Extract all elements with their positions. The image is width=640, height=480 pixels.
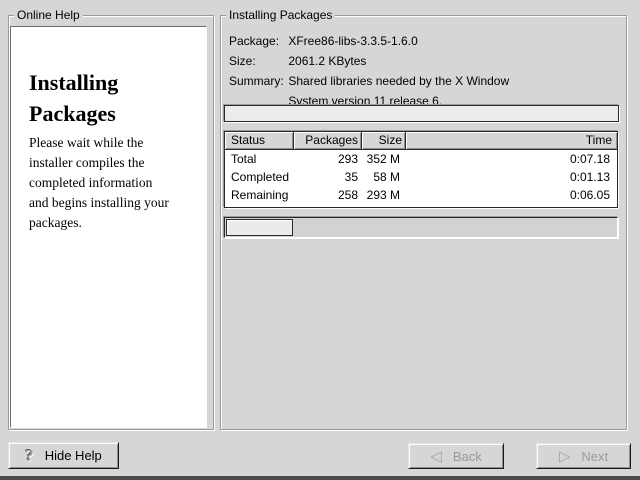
hide-help-button[interactable]: ? Hide Help [8,442,119,469]
summary-info-row: Summary: Shared libraries needed by the … [229,74,509,88]
online-help-frame: Online Help Installing Packages Please w… [8,15,214,430]
installer-screen: Online Help Installing Packages Please w… [0,0,640,480]
package-label: Package: [229,34,285,48]
summary-label: Summary: [229,74,285,88]
help-title-line: Packages [29,98,118,129]
help-title-line: Installing [29,67,118,98]
package-progress-bar [224,105,619,122]
cell-packages: 35 [294,168,362,186]
package-value: XFree86-libs-3.3.5-1.6.0 [288,34,417,48]
cell-time: 0:07.18 [406,150,617,168]
cell-status: Remaining [225,186,294,204]
next-label: Next [581,449,608,464]
help-body-line: packages. [29,213,169,233]
cell-size: 352 M [362,150,406,168]
package-info-row: Package: XFree86-libs-3.3.5-1.6.0 [229,34,418,48]
stats-table-header: Status Packages Size Time [225,132,617,150]
column-header-size[interactable]: Size [362,132,406,150]
help-body-line: Please wait while the [29,133,169,153]
total-progress-fill [226,219,293,236]
cell-time: 0:01.13 [406,168,617,186]
size-info-row: Size: 2061.2 KBytes [229,54,366,68]
installing-packages-frame-label: Installing Packages [226,8,335,23]
question-mark-icon: ? [25,446,34,466]
summary-value-line: Shared libraries needed by the X Window [288,74,509,88]
column-header-time[interactable]: Time [406,132,617,150]
help-body-text: Please wait while the installer compiles… [29,133,169,233]
help-body-line: and begins installing your [29,193,169,213]
column-header-status[interactable]: Status [225,132,294,150]
help-body-line: installer compiles the [29,153,169,173]
hide-help-label: Hide Help [45,448,102,463]
cell-packages: 258 [294,186,362,204]
back-button[interactable]: ◁ Back [408,443,504,469]
cell-status: Completed [225,168,294,186]
installing-packages-frame: Installing Packages Package: XFree86-lib… [220,15,627,430]
size-label: Size: [229,54,285,68]
next-button[interactable]: ▷ Next [536,443,631,469]
next-arrow-icon: ▷ [559,449,571,464]
help-title: Installing Packages [29,67,118,129]
cell-time: 0:06.05 [406,186,617,204]
help-body-line: completed information [29,173,169,193]
cell-size: 293 M [362,186,406,204]
screen-bottom-edge [0,476,640,480]
cell-packages: 293 [294,150,362,168]
total-progress-bar [224,217,618,238]
help-content-panel: Installing Packages Please wait while th… [10,26,207,428]
table-row-remaining: Remaining 258 293 M 0:06.05 [225,186,617,204]
online-help-frame-label: Online Help [14,8,83,23]
cell-size: 58 M [362,168,406,186]
cell-status: Total [225,150,294,168]
install-stats-table: Status Packages Size Time Total 293 352 … [224,131,618,208]
size-value: 2061.2 KBytes [288,54,366,68]
back-arrow-icon: ◁ [430,449,442,464]
table-row-completed: Completed 35 58 M 0:01.13 [225,168,617,186]
table-row-total: Total 293 352 M 0:07.18 [225,150,617,168]
column-header-packages[interactable]: Packages [294,132,362,150]
back-label: Back [453,449,482,464]
